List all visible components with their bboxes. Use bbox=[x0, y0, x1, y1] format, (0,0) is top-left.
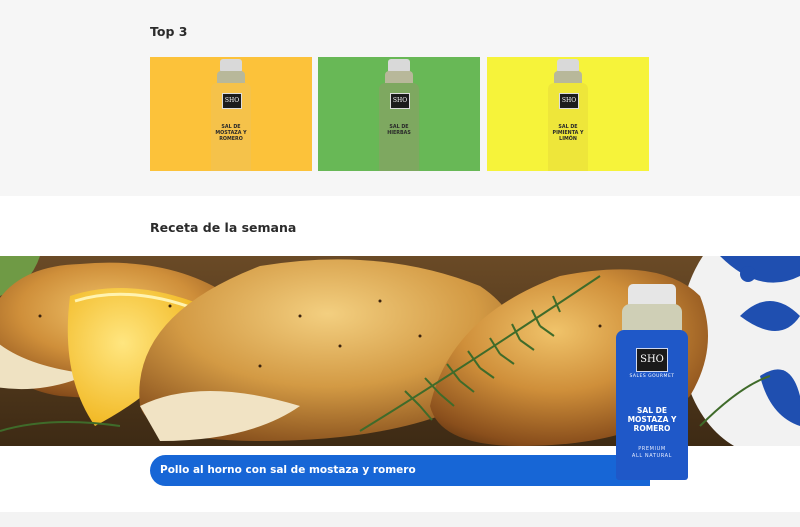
product-bottle-image: SHO SAL DE HIERBAS bbox=[379, 59, 419, 171]
brand-logo: SHO bbox=[636, 348, 668, 372]
brand-logo: SHO bbox=[222, 93, 242, 109]
premium-label: PREMIUM ALL NATURAL bbox=[616, 446, 688, 460]
featured-product-bottle: SHO SALES GOURMET SAL DE MOSTAZA Y ROMER… bbox=[614, 284, 690, 488]
featured-product-name: SAL DE MOSTAZA Y ROMERO bbox=[627, 406, 677, 433]
product-label: SAL DE PIMIENTA Y LIMÓN bbox=[552, 125, 584, 142]
recipe-section-title: Receta de la semana bbox=[150, 220, 297, 235]
footer-strip bbox=[0, 512, 800, 527]
product-card-hierbas[interactable]: SHO SAL DE HIERBAS bbox=[318, 57, 480, 171]
product-card-mostaza-romero[interactable]: SHO SAL DE MOSTAZA Y ROMERO bbox=[150, 57, 312, 171]
top3-section: Top 3 SHO SAL DE MOSTAZA Y ROMERO SHO SA… bbox=[0, 0, 800, 196]
brand-name: SALES GOURMET bbox=[629, 374, 675, 379]
recipe-link-button[interactable]: Pollo al horno con sal de mostaza y rome… bbox=[150, 455, 650, 486]
product-card-pimienta-limon[interactable]: SHO SAL DE PIMIENTA Y LIMÓN bbox=[487, 57, 649, 171]
top3-title: Top 3 bbox=[150, 24, 188, 39]
premium-text: PREMIUM bbox=[638, 446, 666, 452]
chevron-right-icon: › bbox=[388, 463, 394, 478]
product-label: SAL DE HIERBAS bbox=[387, 125, 411, 136]
product-bottle-image: SHO SAL DE PIMIENTA Y LIMÓN bbox=[548, 59, 588, 171]
tagline-text: ALL NATURAL bbox=[631, 453, 673, 459]
product-bottle-image: SHO SAL DE MOSTAZA Y ROMERO bbox=[211, 59, 251, 171]
brand-logo: SHO bbox=[390, 93, 410, 109]
brand-logo: SHO bbox=[559, 93, 579, 109]
recipe-link-label: Pollo al horno con sal de mostaza y rome… bbox=[160, 464, 416, 476]
product-label: SAL DE MOSTAZA Y ROMERO bbox=[215, 125, 247, 142]
bottle-label: SHO SALES GOURMET SAL DE MOSTAZA Y ROMER… bbox=[616, 330, 688, 480]
